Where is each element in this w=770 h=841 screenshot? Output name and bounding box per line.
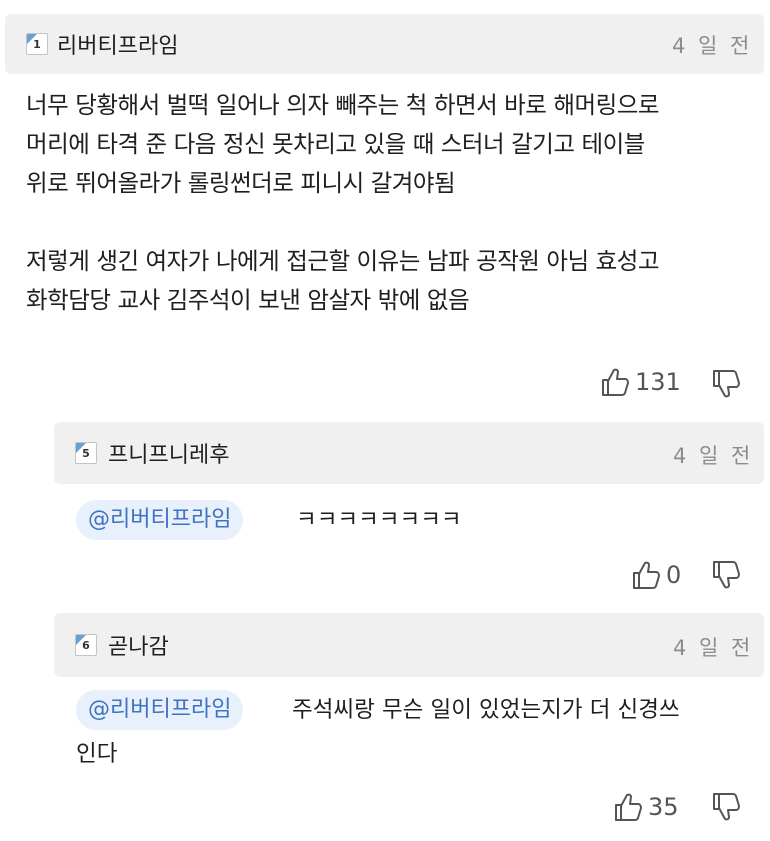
comment-line: 너무 당황해서 벌떡 일어나 의자 빼주는 척 하면서 바로 해머링으로 xyxy=(26,91,659,119)
thumbs-up-icon xyxy=(633,561,660,589)
timestamp: 4 일 전 xyxy=(673,444,754,468)
reply-header: 6 곧나감 4 일 전 xyxy=(54,613,764,677)
comment-line: 머리에 타격 준 다음 정신 못차리고 있을 때 스터너 갈기고 테이블 xyxy=(26,130,645,158)
like-button[interactable]: 35 xyxy=(614,792,679,822)
author-name[interactable]: 곧나감 xyxy=(108,629,169,661)
like-button[interactable]: 0 xyxy=(632,560,681,590)
comment-line: 화학담당 교사 김주석이 보낸 암살자 밖에 없음 xyxy=(26,286,470,314)
like-button[interactable]: 131 xyxy=(601,367,681,397)
level-badge-icon: 5 xyxy=(75,442,97,464)
reply-body-line: 인다 xyxy=(76,741,118,767)
thumbs-up-icon xyxy=(602,368,629,396)
comment-line: 저렇게 생긴 여자가 나에게 접근할 이유는 남파 공작원 아님 효성고 xyxy=(26,247,659,275)
author-name[interactable]: 리버티프라임 xyxy=(57,28,178,60)
like-count: 0 xyxy=(666,561,682,589)
mention-tag[interactable]: @리버티프라임 xyxy=(76,690,244,730)
thumbs-down-icon xyxy=(713,561,740,589)
dislike-button[interactable] xyxy=(712,369,740,399)
comment-body: 너무 당황해서 벌떡 일어나 의자 빼주는 척 하면서 바로 해머링으로 머리에… xyxy=(26,86,659,320)
timestamp: 4 일 전 xyxy=(673,636,754,660)
thumbs-down-icon xyxy=(713,793,740,821)
like-count: 35 xyxy=(648,793,679,821)
thumbs-down-icon xyxy=(713,370,740,398)
level-badge-icon: 1 xyxy=(26,33,48,55)
comment-header: 1 리버티프라임 4 일 전 xyxy=(5,14,764,74)
dislike-button[interactable] xyxy=(712,560,740,590)
comment-line xyxy=(26,203,659,242)
reply-body: ㅋㅋㅋㅋㅋㅋㅋㅋ xyxy=(296,507,462,533)
comment-line: 위로 뛰어올라가 롤링썬더로 피니시 갈겨야됨 xyxy=(26,169,456,197)
dislike-button[interactable] xyxy=(712,792,740,822)
mention-tag[interactable]: @리버티프라임 xyxy=(76,500,244,540)
like-count: 131 xyxy=(635,368,681,396)
reply-header: 5 프니프니레후 4 일 전 xyxy=(54,422,764,484)
author-name[interactable]: 프니프니레후 xyxy=(108,437,229,469)
level-badge-icon: 6 xyxy=(75,634,97,656)
reply-body-line: 주석씨랑 무슨 일이 있었는지가 더 신경쓰 xyxy=(292,697,680,723)
timestamp: 4 일 전 xyxy=(672,34,753,58)
thumbs-up-icon xyxy=(615,793,642,821)
